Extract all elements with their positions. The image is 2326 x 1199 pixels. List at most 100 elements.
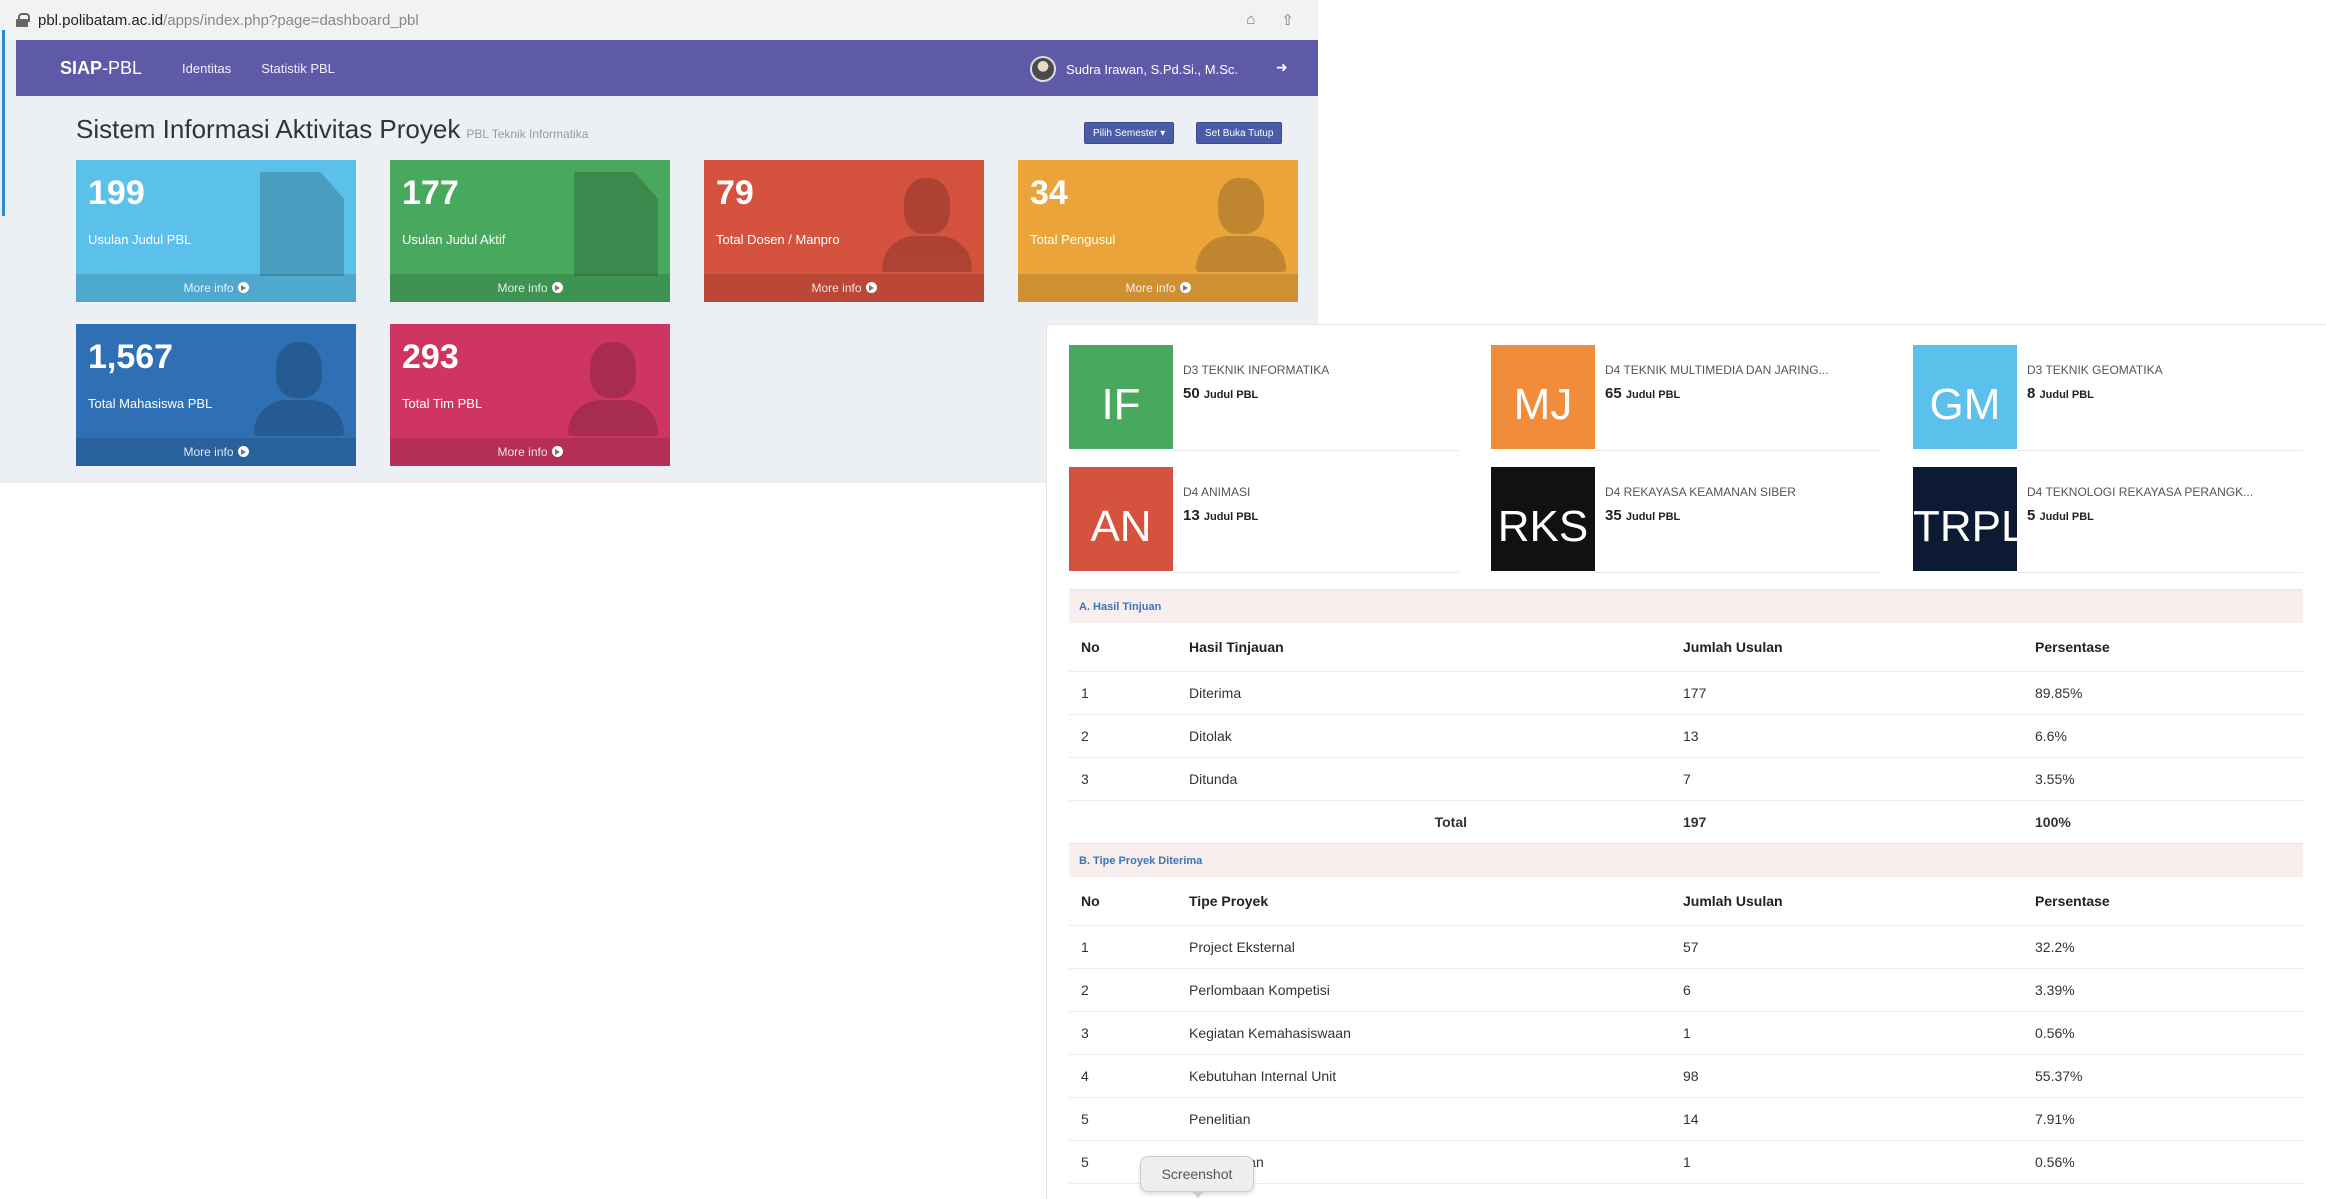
brand-rest: -PBL [102,57,143,78]
stat-label: Usulan Judul PBL [88,232,192,247]
program-badge: RKS [1491,467,1595,571]
cell-percent: 55.37% [2023,1054,2303,1098]
divider [1173,450,1459,451]
cell-percent: 32.2% [2023,925,2303,969]
more-info-text: More info [1125,281,1176,295]
column-header: No [1069,623,1177,672]
more-info-link[interactable]: More info [76,438,356,466]
arrow-circle-icon [551,446,563,457]
user-name: Sudra Irawan, S.Pd.Si., M.Sc. [1066,61,1238,77]
share-icon[interactable]: ⇧ [1281,11,1294,29]
cell-no: 3 [1069,757,1177,801]
column-header: No [1069,877,1177,926]
stat-label: Usulan Judul Aktif [402,232,506,247]
arrow-circle-icon [865,282,877,293]
program-count-unit: Judul PBL [1625,389,1681,401]
cell-no: 3 [1069,1011,1177,1055]
divider [1595,572,1881,573]
logout-icon[interactable]: ➜ [1276,59,1292,75]
user-icon [1196,172,1286,272]
more-info-link[interactable]: More info [704,274,984,302]
cell-count: 14 [1671,1097,2023,1141]
program-card-mj[interactable]: MJ D4 TEKNIK MULTIMEDIA DAN JARING... 65… [1491,345,1881,451]
lock-icon [16,13,30,27]
program-count: 35 Judul PBL [1605,507,1680,524]
user-icon [882,172,972,272]
cell-name: Kegiatan Kemahasiswaan [1177,1011,1671,1055]
cell-percent: 89.85% [2023,671,2303,715]
cell-percent: 3.55% [2023,757,2303,801]
cell-percent: 3.39% [2023,968,2303,1012]
cell-percent: 0.56% [2023,1140,2303,1184]
translate-icon[interactable]: ⌂ [1246,11,1255,29]
stat-value: 34 [1030,174,1068,212]
stat-label: Total Mahasiswa PBL [88,396,213,411]
tipe-proyek-table: No Tipe Proyek Jumlah Usulan Persentase … [1069,877,2303,1199]
user-icon [254,336,344,436]
url-path: /apps/index.php?page=dashboard_pbl [163,11,419,29]
page-title: Sistem Informasi Aktivitas Proyek PBL Tek… [76,114,588,145]
stat-value: 199 [88,174,145,212]
cell-count: 13 [1671,714,2023,758]
stat-value: 1,567 [88,338,174,376]
more-info-text: More info [497,281,548,295]
stat-box-pengusul: 34 Total Pengusul More info [1018,160,1298,302]
program-count-unit: Judul PBL [1625,511,1681,523]
program-card-trpl[interactable]: TRPL D4 TEKNOLOGI REKAYASA PERANGK... 5 … [1913,467,2303,573]
program-name: D4 TEKNOLOGI REKAYASA PERANGK... [2027,485,2254,499]
divider [1595,450,1881,451]
url-host: pbl.polibatam.ac.id [38,11,164,29]
total-count: 197 [1671,800,2023,844]
column-header: Persentase [2023,877,2303,926]
program-count-value: 13 [1183,507,1200,524]
hasil-tinjauan-table: No Hasil Tinjauan Jumlah Usulan Persenta… [1069,623,2303,844]
more-info-link[interactable]: More info [1018,274,1298,302]
pilih-semester-button[interactable]: Pilih Semester ▾ [1084,122,1175,144]
cell-name: Perlombaan Kompetisi [1177,968,1671,1012]
brand-logo[interactable]: SIAP-PBL [60,58,142,79]
table-total-row: Total 197 100% [1069,800,2303,844]
table-row: 3 Kegiatan Kemahasiswaan 1 0.56% [1069,1011,2303,1055]
user-menu[interactable]: Sudra Irawan, S.Pd.Si., M.Sc. [1030,56,1238,82]
program-card-rks[interactable]: RKS D4 REKAYASA KEAMANAN SIBER 35 Judul … [1491,467,1881,573]
cell-count: 98 [1671,1054,2023,1098]
stat-box-usulan-judul: 199 Usulan Judul PBL More info [76,160,356,302]
table-row: 1 Diterima 177 89.85% [1069,671,2303,715]
nav-link-identitas[interactable]: Identitas [182,61,231,76]
cell-no: 2 [1069,968,1177,1012]
cell-no: 1 [1069,671,1177,715]
program-count-unit: Judul PBL [2039,511,2094,523]
stat-label: Total Dosen / Manpro [716,232,840,247]
total-percent: 100% [2023,800,2303,844]
divider [2017,450,2303,451]
address-bar[interactable]: pbl.polibatam.ac.id/apps/index.php?page=… [0,0,1318,40]
more-info-link[interactable]: More info [390,438,670,466]
program-badge: AN [1069,467,1173,571]
cell-no: 4 [1069,1054,1177,1098]
program-badge: GM [1913,345,2017,449]
arrow-circle-icon [551,282,563,293]
column-header: Hasil Tinjauan [1177,623,1671,672]
more-info-text: More info [183,445,234,459]
page-title-text: Sistem Informasi Aktivitas Proyek [76,114,461,144]
program-badge: TRPL [1913,467,2025,571]
program-card-an[interactable]: AN D4 ANIMASI 13 Judul PBL [1069,467,1459,573]
set-buka-tutup-button[interactable]: Set Buka Tutup [1196,122,1283,144]
program-name: D3 TEKNIK INFORMATIKA [1183,363,1330,377]
document-icon [574,172,658,276]
stat-box-judul-aktif: 177 Usulan Judul Aktif More info [390,160,670,302]
program-card-gm[interactable]: GM D3 TEKNIK GEOMATIKA 8 Judul PBL [1913,345,2303,451]
program-card-if[interactable]: IF D3 TEKNIK INFORMATIKA 50 Judul PBL [1069,345,1459,451]
browser-actions: ⌂ ⇧ [1246,11,1294,29]
nav-link-statistik[interactable]: Statistik PBL [261,61,335,76]
stat-box-mahasiswa: 1,567 Total Mahasiswa PBL More info [76,324,356,466]
program-count: 65 Judul PBL [1605,385,1680,402]
stat-value: 79 [716,174,754,212]
more-info-link[interactable]: More info [76,274,356,302]
cell-percent: 0.56% [2023,1011,2303,1055]
table-row: 3 Ditunda 7 3.55% [1069,757,2303,801]
more-info-link[interactable]: More info [390,274,670,302]
side-accent-line [2,30,5,216]
cell-name: Ditunda [1177,757,1671,801]
program-count-value: 5 [2027,507,2036,524]
